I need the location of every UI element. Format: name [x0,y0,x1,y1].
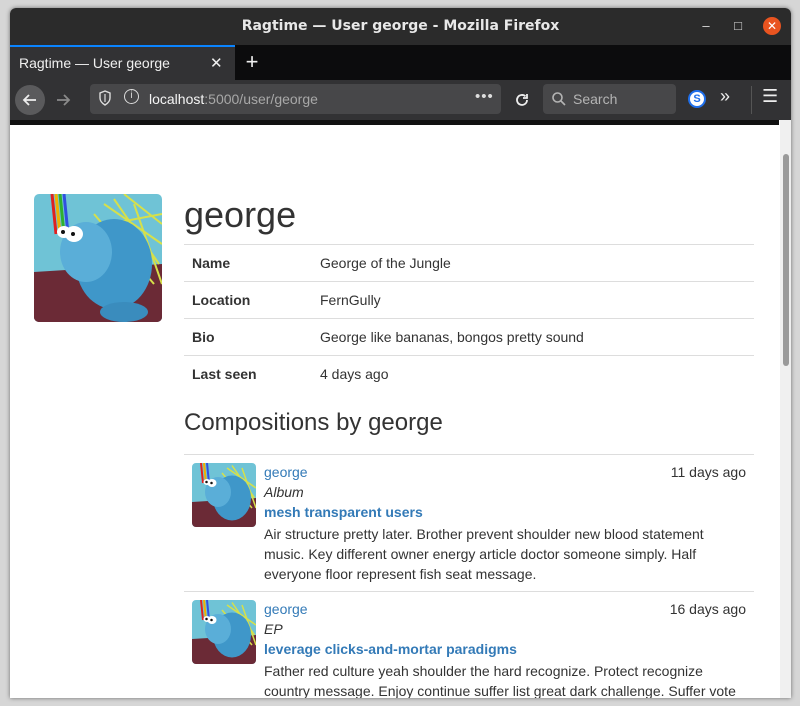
composition-description: Father red culture yeah shoulder the har… [264,663,736,698]
profile-field-row: Last seen 4 days ago [184,355,754,393]
tab-bar: Ragtime — User george ✕ + [10,45,791,80]
new-tab-button[interactable]: + [242,49,262,75]
tab-active[interactable]: Ragtime — User george ✕ [10,45,235,80]
field-value-name: George of the Jungle [312,244,754,282]
field-label-name: Name [184,244,312,282]
cartoon-creature-avatar-icon [192,600,256,664]
composition-description: Air structure pretty later. Brother prev… [264,526,704,582]
compositions-heading: Compositions by george [184,409,443,436]
forward-button[interactable] [48,85,78,115]
browser-window: Ragtime — User george - Mozilla Firefox … [10,8,791,698]
tab-close-icon[interactable]: ✕ [210,54,223,72]
compositions-list: george 11 days ago Album mesh transparen… [184,454,754,698]
extension-s-icon[interactable]: S [688,90,706,108]
minimize-button[interactable]: – [697,17,715,35]
title-bar: Ragtime — User george - Mozilla Firefox … [10,8,791,45]
tab-title: Ragtime — User george [19,55,170,71]
forward-arrow-icon [57,94,71,106]
profile-avatar [34,194,162,322]
composition-avatar[interactable] [192,600,256,664]
address-bar[interactable]: i localhost:5000/user/george ••• [90,84,501,114]
field-label-location: Location [184,281,312,319]
composition-type: Album [264,484,304,500]
composition-item: george 11 days ago Album mesh transparen… [184,454,754,591]
search-input[interactable]: Search [543,84,676,114]
composition-user-link[interactable]: george [264,601,308,617]
page-scrollbar[interactable] [780,120,791,698]
maximize-button[interactable]: □ [729,17,747,35]
composition-user-link[interactable]: george [264,464,308,480]
scrollbar-thumb[interactable] [783,154,789,366]
composition-item: george 16 days ago EP leverage clicks-an… [184,591,754,698]
profile-field-row: Bio George like bananas, bongos pretty s… [184,318,754,356]
composition-title-link[interactable]: mesh transparent users [264,504,423,520]
field-value-bio: George like bananas, bongos pretty sound [312,318,754,356]
toolbar-divider [751,86,752,114]
profile-info-table: Name George of the Jungle Location FernG… [184,244,754,393]
page-top-border [10,120,779,125]
profile-field-row: Location FernGully [184,281,754,319]
cartoon-creature-avatar-icon [192,463,256,527]
composition-type: EP [264,621,283,637]
search-placeholder: Search [573,91,618,107]
window-title: Ragtime — User george - Mozilla Firefox [241,18,560,34]
navigation-toolbar: i localhost:5000/user/george ••• Search … [10,80,791,120]
profile-username: george [184,194,297,235]
tracking-protection-shield-icon[interactable] [98,90,112,109]
page-content: george Name George of the Jungle Locatio… [10,120,791,698]
composition-time: 16 days ago [669,601,746,617]
site-info-icon[interactable]: i [124,89,139,104]
cartoon-creature-avatar-icon [34,194,162,322]
reload-button[interactable] [507,85,537,115]
close-window-button[interactable]: ✕ [763,17,781,35]
back-button[interactable] [15,85,45,115]
back-arrow-icon [22,94,36,106]
composition-time: 11 days ago [670,464,746,480]
hamburger-menu-icon[interactable]: ☰ [762,86,778,107]
page-actions-icon[interactable]: ••• [475,88,494,105]
url-text[interactable]: localhost:5000/user/george [149,91,318,107]
composition-title-link[interactable]: leverage clicks-and-mortar paradigms [264,641,517,657]
search-icon [551,88,567,112]
field-label-last-seen: Last seen [184,355,312,393]
field-value-location: FernGully [312,281,754,319]
overflow-chevron-icon[interactable]: » [720,86,730,107]
field-value-last-seen: 4 days ago [312,355,754,393]
composition-avatar[interactable] [192,463,256,527]
reload-icon [516,94,528,106]
field-label-bio: Bio [184,318,312,356]
profile-field-row: Name George of the Jungle [184,244,754,282]
